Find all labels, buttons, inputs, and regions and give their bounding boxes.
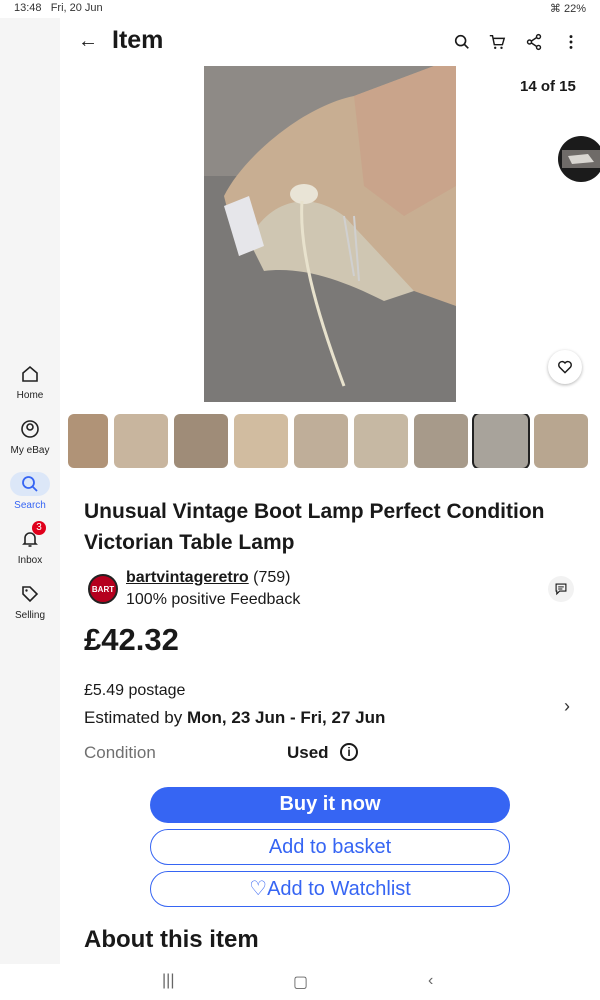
watch-heart-icon[interactable] [548, 350, 582, 384]
postage-cost: £5.49 postage [84, 682, 186, 699]
sidebar-item-label: Search [14, 500, 46, 511]
page-title: Item [112, 26, 164, 54]
thumbnail[interactable] [234, 414, 288, 468]
sidebar-item-home[interactable]: Home [0, 362, 60, 401]
seller-name-line[interactable]: bartvintageretro (759) [126, 569, 291, 587]
thumbnail[interactable] [174, 414, 228, 468]
condition-value: Used [287, 743, 329, 762]
search-icon [10, 472, 50, 496]
search-icon[interactable] [450, 30, 474, 54]
thumbnail-strip[interactable] [68, 414, 600, 468]
thumbnail[interactable] [414, 414, 468, 468]
sidebar-item-label: Inbox [17, 555, 43, 566]
sidebar-item-inbox[interactable]: 3 Inbox [0, 521, 60, 566]
sidebar-item-search[interactable]: Search [0, 472, 60, 511]
thumbnail[interactable] [114, 414, 168, 468]
image-counter: 14 of 15 [520, 78, 576, 95]
buy-it-now-button[interactable]: Buy it now [150, 787, 510, 823]
add-to-basket-button[interactable]: Add to basket [150, 829, 510, 865]
seller-feedback: 100% positive Feedback [126, 591, 301, 608]
product-title: Unusual Vintage Boot Lamp Perfect Condit… [84, 500, 545, 554]
seller-avatar[interactable]: BART [88, 574, 118, 604]
info-icon[interactable]: i [340, 743, 358, 761]
status-date: Fri, 20 Jun [50, 2, 103, 14]
account-icon [10, 417, 50, 441]
condition-label: Condition [84, 743, 156, 762]
sidebar-item-selling[interactable]: Selling [0, 582, 60, 621]
status-left: 13:48 Fri, 20 Jun [14, 2, 103, 14]
next-image-preview[interactable] [558, 136, 600, 182]
seller-feedback-count: (759) [253, 569, 291, 586]
status-bar: 13:48 Fri, 20 Jun ⌘ 22% [0, 0, 600, 18]
thumbnail-selected[interactable] [474, 414, 528, 468]
more-options-icon[interactable] [559, 30, 583, 54]
system-nav-bar: ||| ▢ ‹ [0, 964, 600, 1000]
recent-apps-icon[interactable]: ||| [162, 972, 174, 990]
home-icon [10, 362, 50, 386]
status-right: ⌘ 22% [550, 2, 586, 15]
estimated-label: Estimated by [84, 708, 187, 727]
inbox-badge: 3 [32, 521, 46, 535]
share-icon[interactable] [522, 30, 546, 54]
wifi-icon: ⌘ [549, 3, 561, 15]
estimated-dates: Mon, 23 Jun - Fri, 27 Jun [187, 708, 386, 727]
heart-icon: ♡ [249, 878, 268, 900]
status-time: 13:48 [14, 2, 42, 14]
seller-name[interactable]: bartvintageretro [126, 569, 249, 586]
back-button-icon[interactable]: ‹ [428, 972, 433, 990]
battery-level: 22% [563, 3, 586, 15]
home-button-icon[interactable]: ▢ [293, 972, 308, 992]
estimated-delivery: Estimated by Mon, 23 Jun - Fri, 27 Jun [84, 708, 385, 728]
product-image[interactable] [204, 66, 456, 402]
price: £42.32 [84, 622, 179, 657]
sidebar-item-label: Home [16, 390, 44, 401]
page-header: ← Item [60, 18, 600, 64]
message-seller-icon[interactable] [548, 576, 574, 602]
thumbnail[interactable] [354, 414, 408, 468]
watchlist-label: Add to Watchlist [267, 878, 411, 900]
cart-icon[interactable] [485, 30, 509, 54]
back-arrow-icon[interactable]: ← [78, 30, 98, 53]
tag-icon [10, 582, 50, 606]
add-to-watchlist-button[interactable]: ♡Add to Watchlist [150, 871, 510, 907]
bell-icon: 3 [10, 521, 50, 551]
section-heading: About this item [84, 926, 259, 953]
sidebar: Home My eBay Search 3 Inbox Selling [0, 18, 60, 964]
thumbnail[interactable] [68, 414, 108, 468]
sidebar-item-my-ebay[interactable]: My eBay [0, 417, 60, 456]
chevron-right-icon[interactable]: › [564, 696, 570, 717]
sidebar-item-label: My eBay [10, 445, 50, 456]
thumbnail[interactable] [534, 414, 588, 468]
sidebar-item-label: Selling [14, 610, 46, 621]
thumbnail[interactable] [294, 414, 348, 468]
